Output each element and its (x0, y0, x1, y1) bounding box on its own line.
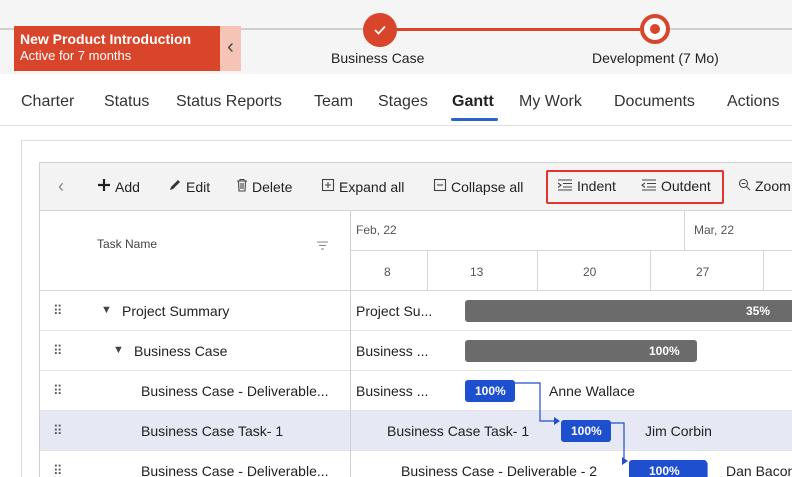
dependency-connector (611, 422, 625, 462)
stage-track-progress (380, 28, 640, 31)
tab-status[interactable]: Status (104, 93, 149, 111)
tab-stages[interactable]: Stages (378, 93, 428, 111)
current-stage-marker[interactable] (640, 14, 670, 44)
dependency-lines (515, 382, 708, 477)
dependency-arrow (622, 457, 628, 465)
dependency-arrow (554, 417, 560, 425)
stage-header: New Product Introduction Active for 7 mo… (0, 0, 792, 74)
stage-label-business-case[interactable]: Business Case (331, 50, 424, 66)
tab-gantt[interactable]: Gantt (452, 93, 494, 111)
tab-status-reports[interactable]: Status Reports (176, 93, 282, 111)
tab-documents[interactable]: Documents (614, 93, 695, 111)
tab-my-work[interactable]: My Work (519, 93, 582, 111)
dependency-connector (515, 382, 554, 422)
gantt-chart: ‹ Add Edit Delete Expand all Collapse al (39, 162, 792, 477)
project-tabs: Charter Status Status Reports Team Stage… (0, 86, 792, 126)
project-status: Active for 7 months (20, 48, 132, 63)
stage-label-development[interactable]: Development (7 Mo) (592, 50, 719, 66)
project-card[interactable]: New Product Introduction Active for 7 mo… (14, 26, 220, 71)
collapse-project-button[interactable]: ‹ (220, 26, 241, 71)
check-icon[interactable] (363, 13, 397, 47)
tab-team[interactable]: Team (314, 93, 353, 111)
tab-charter[interactable]: Charter (21, 93, 74, 111)
tab-actions[interactable]: Actions (727, 93, 779, 111)
project-name: New Product Introduction (20, 31, 192, 47)
active-tab-indicator (451, 118, 498, 121)
